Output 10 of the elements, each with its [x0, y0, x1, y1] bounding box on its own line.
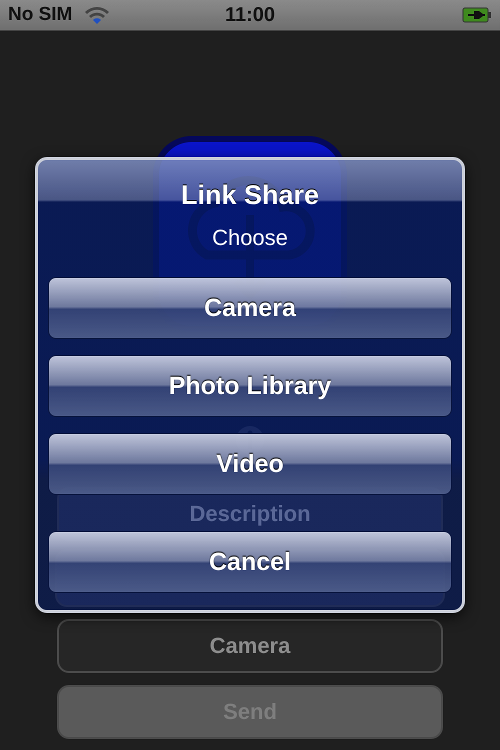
alert-button[interactable]: Photo Library: [48, 355, 452, 417]
clock: 11:00: [224, 4, 276, 26]
alert-message: Choose: [212, 225, 288, 251]
alert-button[interactable]: Video: [48, 433, 452, 495]
screen-button[interactable]: Camera: [57, 619, 443, 673]
alert-button[interactable]: Cancel: [48, 531, 452, 593]
carrier-label: No SIM: [8, 4, 72, 26]
alert-title: Link Share: [180, 180, 320, 211]
wifi-icon: [84, 5, 110, 25]
alert-button[interactable]: Camera: [48, 277, 452, 339]
